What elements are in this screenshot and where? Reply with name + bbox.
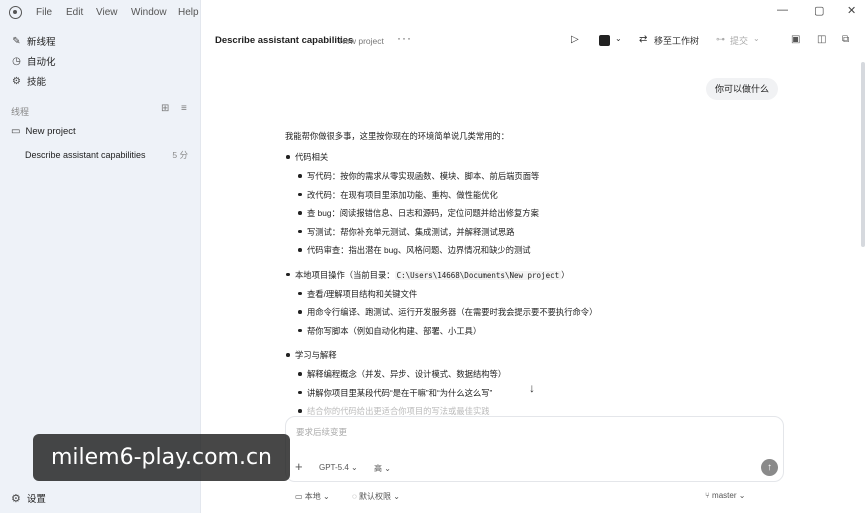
thread-title: Describe assistant capabilities: [25, 150, 146, 160]
sidebar-item-label: 新线程: [27, 37, 56, 48]
sidebar-item-new-thread[interactable]: ✎ 新线程: [0, 31, 201, 51]
send-button[interactable]: ↑: [761, 459, 778, 476]
settings-button[interactable]: ⚙ 设置: [11, 491, 46, 506]
effort-selector[interactable]: 高 ⌄: [374, 463, 391, 474]
menu-view[interactable]: View: [96, 7, 118, 18]
effort-label: 高: [374, 464, 382, 473]
thread-header: Describe assistant capabilities New proj…: [202, 26, 868, 54]
sidebar-nav: ✎ 新线程 ◷ 自动化 ⚙ 技能: [0, 31, 201, 91]
main-panel: — ▢ ✕ Describe assistant capabilities Ne…: [202, 0, 868, 513]
sidebar-item-label: 自动化: [27, 57, 56, 68]
model-selector[interactable]: GPT-5.4 ⌄: [319, 463, 358, 472]
list-item: 查看/理解项目结构和关键文件: [285, 287, 685, 306]
user-message: 你可以做什么: [706, 78, 779, 100]
skills-icon: ⚙: [12, 75, 21, 87]
sidebar-project[interactable]: ▭ New project: [11, 126, 76, 137]
automation-icon: ◷: [12, 55, 21, 67]
menu-bar: File Edit View Window Help: [0, 0, 201, 26]
section-title-prefix: 本地项目操作（当前目录：: [295, 269, 395, 280]
list-item: 讲解你项目里某段代码“是在干嘛”和“为什么这么写”: [285, 386, 685, 405]
menu-file[interactable]: File: [36, 7, 52, 18]
list-item: 代码相关: [285, 150, 685, 169]
new-thread-icon: ✎: [12, 35, 21, 47]
minimize-icon[interactable]: —: [777, 4, 788, 16]
menu-window[interactable]: Window: [131, 7, 167, 18]
thread-item[interactable]: Describe assistant capabilities 5 分: [14, 146, 194, 164]
list-item: 用命令行编译、跑测试、运行开发服务器（在需要时我会提示要不要执行命令）: [285, 305, 685, 324]
maximize-icon[interactable]: ▢: [814, 4, 824, 17]
filter-icon[interactable]: ≡: [181, 103, 187, 114]
settings-label: 设置: [26, 494, 46, 505]
menu-help[interactable]: Help: [178, 7, 199, 18]
commit-icon: ⊶: [716, 34, 725, 44]
folder-icon: ▭: [11, 126, 21, 137]
path-code: C:\Users\14668\Documents\New project: [394, 270, 562, 280]
chevron-down-icon[interactable]: ⌄: [615, 34, 622, 43]
branch-button[interactable]: ⑂ master ⌄: [705, 491, 745, 500]
branch-label: master: [712, 491, 737, 500]
more-options-icon[interactable]: ···: [397, 31, 412, 45]
worktree-icon: ⇄: [639, 34, 648, 45]
list-item: 写测试：帮你补充单元测试、集成测试，并解释测试思路: [285, 225, 685, 244]
local-label: 本地: [304, 492, 321, 501]
app-window: File Edit View Window Help ✎ 新线程 ◷ 自动化 ⚙…: [0, 0, 868, 513]
list-item: 本地项目操作（当前目录： C:\Users\14668\Documents\New…: [285, 268, 685, 287]
permission-label: 默认权限: [358, 492, 391, 501]
threads-section-header: 线程: [11, 107, 30, 117]
add-attachment-icon[interactable]: +: [295, 459, 303, 474]
move-to-worktree-button[interactable]: 移至工作树: [654, 34, 699, 47]
terminal-icon[interactable]: ▣: [791, 34, 800, 45]
gear-icon: ⚙: [11, 492, 21, 505]
section-title-suffix: ）: [561, 269, 570, 280]
run-icon[interactable]: ▷: [571, 34, 579, 45]
sidebar-item-skills[interactable]: ⚙ 技能: [0, 71, 201, 91]
watermark: milem6-play.com.cn: [33, 434, 290, 481]
add-folder-icon[interactable]: ⊞: [161, 103, 169, 114]
list-item: 学习与解释: [285, 348, 685, 367]
menu-edit[interactable]: Edit: [66, 7, 83, 18]
list-item: 帮你写脚本（例如自动化构建、部署、小工具）: [285, 324, 685, 343]
scroll-down-icon[interactable]: ↓: [529, 381, 535, 395]
local-mode-button[interactable]: ▭ 本地 ⌄: [295, 491, 330, 502]
sidebar-item-label: 技能: [27, 77, 47, 88]
project-name: New project: [25, 126, 76, 137]
list-item: 代码审查：指出潜在 bug、风格问题、边界情况和缺少的测试: [285, 243, 685, 262]
thread-project-label: New project: [339, 36, 384, 46]
list-item: 解释编程概念（并发、异步、设计模式、数据结构等）: [285, 367, 685, 386]
thread-title-heading: Describe assistant capabilities: [215, 35, 354, 46]
panel-toggle-icon[interactable]: ◫: [817, 34, 826, 45]
chevron-down-icon[interactable]: ⌄: [753, 34, 760, 43]
reply-intro: 我能帮你做很多事，这里按你现在的环境简单说几类常用的：: [285, 131, 510, 141]
list-item: 改代码：在现有项目里添加功能、重构、做性能优化: [285, 188, 685, 207]
assistant-message: 我能帮你做很多事，这里按你现在的环境简单说几类常用的： 代码相关 写代码：按你的…: [285, 130, 685, 423]
diff-icon[interactable]: ⧉: [842, 34, 849, 45]
composer-input[interactable]: 要求后续变更: [296, 426, 347, 438]
sidebar-item-automation[interactable]: ◷ 自动化: [0, 51, 201, 71]
list-item: 查 bug：阅读报错信息、日志和源码，定位问题并给出修复方案: [285, 206, 685, 225]
close-icon[interactable]: ✕: [847, 4, 856, 17]
submit-button[interactable]: 提交: [730, 34, 748, 47]
composer: 要求后续变更 + GPT-5.4 ⌄ 高 ⌄ ↑: [285, 416, 784, 482]
list-item: 写代码：按你的需求从零实现函数、模块、脚本、前后端页面等: [285, 169, 685, 188]
scrollbar[interactable]: [861, 62, 865, 247]
thread-time: 5 分: [172, 150, 188, 160]
app-logo-icon: [9, 6, 22, 19]
permission-button[interactable]: ◌ 默认权限 ⌄: [352, 491, 400, 502]
editor-app-icon[interactable]: [599, 35, 610, 46]
model-label: GPT-5.4: [319, 463, 349, 472]
